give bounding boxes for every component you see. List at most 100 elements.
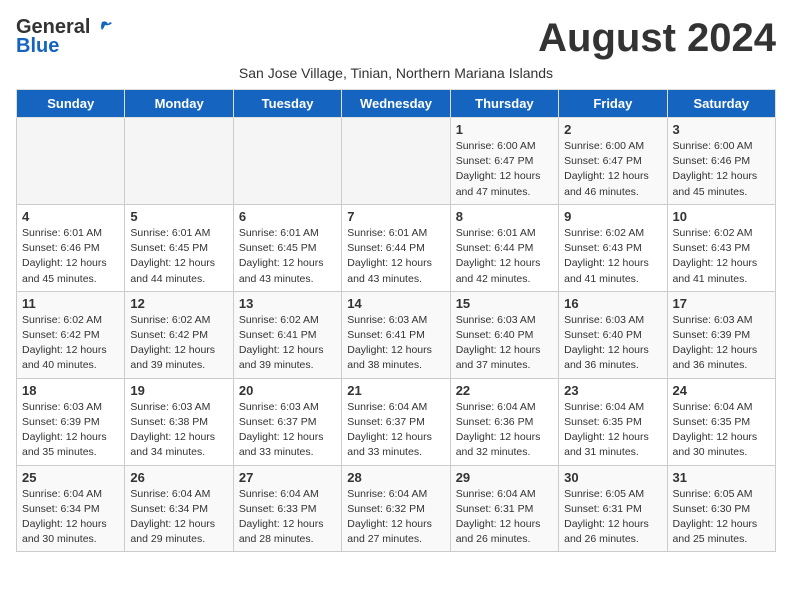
- day-info: Sunrise: 6:03 AM Sunset: 6:37 PM Dayligh…: [239, 400, 336, 461]
- day-number: 16: [564, 296, 661, 311]
- day-info: Sunrise: 6:02 AM Sunset: 6:42 PM Dayligh…: [130, 313, 227, 374]
- day-number: 15: [456, 296, 553, 311]
- logo-bird-icon: [92, 18, 112, 38]
- calendar-day-cell: 12 Sunrise: 6:02 AM Sunset: 6:42 PM Dayli…: [125, 291, 233, 378]
- calendar-table: SundayMondayTuesdayWednesdayThursdayFrid…: [16, 89, 776, 552]
- day-info: Sunrise: 6:04 AM Sunset: 6:34 PM Dayligh…: [130, 487, 227, 548]
- day-number: 8: [456, 209, 553, 224]
- calendar-day-cell: 23 Sunrise: 6:04 AM Sunset: 6:35 PM Dayli…: [559, 378, 667, 465]
- day-number: 11: [22, 296, 119, 311]
- day-info: Sunrise: 6:01 AM Sunset: 6:44 PM Dayligh…: [456, 226, 553, 287]
- month-title: August 2024: [538, 16, 776, 61]
- day-number: 29: [456, 470, 553, 485]
- calendar-header-row: SundayMondayTuesdayWednesdayThursdayFrid…: [17, 90, 776, 118]
- calendar-day-header: Tuesday: [233, 90, 341, 118]
- day-number: 31: [673, 470, 770, 485]
- calendar-day-cell: 9Sunrise: 6:02 AM Sunset: 6:43 PM Daylig…: [559, 204, 667, 291]
- logo: General Blue: [16, 16, 112, 58]
- day-info: Sunrise: 6:04 AM Sunset: 6:35 PM Dayligh…: [564, 400, 661, 461]
- calendar-day-cell: [342, 118, 450, 205]
- day-info: Sunrise: 6:03 AM Sunset: 6:38 PM Dayligh…: [130, 400, 227, 461]
- day-number: 4: [22, 209, 119, 224]
- logo-blue-text: Blue: [16, 35, 59, 58]
- day-info: Sunrise: 6:04 AM Sunset: 6:31 PM Dayligh…: [456, 487, 553, 548]
- day-number: 1: [456, 122, 553, 137]
- calendar-day-header: Monday: [125, 90, 233, 118]
- day-number: 2: [564, 122, 661, 137]
- calendar-day-cell: 31Sunrise: 6:05 AM Sunset: 6:30 PM Dayli…: [667, 465, 775, 552]
- day-info: Sunrise: 6:04 AM Sunset: 6:32 PM Dayligh…: [347, 487, 444, 548]
- calendar-day-cell: 5 Sunrise: 6:01 AM Sunset: 6:45 PM Daylig…: [125, 204, 233, 291]
- calendar-day-header: Wednesday: [342, 90, 450, 118]
- calendar-day-cell: 14 Sunrise: 6:03 AM Sunset: 6:41 PM Dayli…: [342, 291, 450, 378]
- calendar-week-row: 11 Sunrise: 6:02 AM Sunset: 6:42 PM Dayli…: [17, 291, 776, 378]
- calendar-day-cell: 13 Sunrise: 6:02 AM Sunset: 6:41 PM Dayli…: [233, 291, 341, 378]
- calendar-day-header: Friday: [559, 90, 667, 118]
- calendar-day-cell: 30Sunrise: 6:05 AM Sunset: 6:31 PM Dayli…: [559, 465, 667, 552]
- calendar-day-cell: 27 Sunrise: 6:04 AM Sunset: 6:33 PM Dayli…: [233, 465, 341, 552]
- day-number: 9: [564, 209, 661, 224]
- day-number: 6: [239, 209, 336, 224]
- day-number: 27: [239, 470, 336, 485]
- calendar-week-row: 1 Sunrise: 6:00 AM Sunset: 6:47 PM Daylig…: [17, 118, 776, 205]
- calendar-day-cell: 4 Sunrise: 6:01 AM Sunset: 6:46 PM Daylig…: [17, 204, 125, 291]
- calendar-day-cell: 11 Sunrise: 6:02 AM Sunset: 6:42 PM Dayli…: [17, 291, 125, 378]
- day-number: 20: [239, 383, 336, 398]
- day-number: 28: [347, 470, 444, 485]
- day-info: Sunrise: 6:01 AM Sunset: 6:44 PM Dayligh…: [347, 226, 444, 287]
- calendar-day-header: Thursday: [450, 90, 558, 118]
- calendar-day-cell: 20 Sunrise: 6:03 AM Sunset: 6:37 PM Dayli…: [233, 378, 341, 465]
- day-info: Sunrise: 6:00 AM Sunset: 6:47 PM Dayligh…: [456, 139, 553, 200]
- subtitle: San Jose Village, Tinian, Northern Maria…: [16, 65, 776, 81]
- day-info: Sunrise: 6:00 AM Sunset: 6:47 PM Dayligh…: [564, 139, 661, 200]
- day-info: Sunrise: 6:03 AM Sunset: 6:41 PM Dayligh…: [347, 313, 444, 374]
- day-info: Sunrise: 6:03 AM Sunset: 6:40 PM Dayligh…: [456, 313, 553, 374]
- calendar-day-cell: 18 Sunrise: 6:03 AM Sunset: 6:39 PM Dayli…: [17, 378, 125, 465]
- day-info: Sunrise: 6:01 AM Sunset: 6:46 PM Dayligh…: [22, 226, 119, 287]
- day-info: Sunrise: 6:04 AM Sunset: 6:35 PM Dayligh…: [673, 400, 770, 461]
- day-number: 24: [673, 383, 770, 398]
- day-info: Sunrise: 6:02 AM Sunset: 6:42 PM Dayligh…: [22, 313, 119, 374]
- day-number: 12: [130, 296, 227, 311]
- day-info: Sunrise: 6:04 AM Sunset: 6:36 PM Dayligh…: [456, 400, 553, 461]
- day-number: 14: [347, 296, 444, 311]
- day-number: 26: [130, 470, 227, 485]
- day-number: 25: [22, 470, 119, 485]
- day-number: 19: [130, 383, 227, 398]
- calendar-week-row: 25 Sunrise: 6:04 AM Sunset: 6:34 PM Dayli…: [17, 465, 776, 552]
- calendar-day-cell: 6 Sunrise: 6:01 AM Sunset: 6:45 PM Daylig…: [233, 204, 341, 291]
- day-number: 23: [564, 383, 661, 398]
- day-info: Sunrise: 6:03 AM Sunset: 6:39 PM Dayligh…: [673, 313, 770, 374]
- calendar-day-cell: 17Sunrise: 6:03 AM Sunset: 6:39 PM Dayli…: [667, 291, 775, 378]
- page-header: General Blue August 2024: [16, 16, 776, 61]
- day-number: 5: [130, 209, 227, 224]
- calendar-day-header: Saturday: [667, 90, 775, 118]
- calendar-day-cell: [125, 118, 233, 205]
- day-info: Sunrise: 6:00 AM Sunset: 6:46 PM Dayligh…: [673, 139, 770, 200]
- calendar-day-header: Sunday: [17, 90, 125, 118]
- calendar-day-cell: 10Sunrise: 6:02 AM Sunset: 6:43 PM Dayli…: [667, 204, 775, 291]
- calendar-day-cell: 7 Sunrise: 6:01 AM Sunset: 6:44 PM Daylig…: [342, 204, 450, 291]
- day-number: 7: [347, 209, 444, 224]
- day-number: 22: [456, 383, 553, 398]
- day-number: 21: [347, 383, 444, 398]
- day-info: Sunrise: 6:04 AM Sunset: 6:37 PM Dayligh…: [347, 400, 444, 461]
- calendar-day-cell: 1 Sunrise: 6:00 AM Sunset: 6:47 PM Daylig…: [450, 118, 558, 205]
- day-info: Sunrise: 6:05 AM Sunset: 6:31 PM Dayligh…: [564, 487, 661, 548]
- day-info: Sunrise: 6:03 AM Sunset: 6:39 PM Dayligh…: [22, 400, 119, 461]
- calendar-week-row: 4 Sunrise: 6:01 AM Sunset: 6:46 PM Daylig…: [17, 204, 776, 291]
- day-info: Sunrise: 6:04 AM Sunset: 6:33 PM Dayligh…: [239, 487, 336, 548]
- calendar-day-cell: 2 Sunrise: 6:00 AM Sunset: 6:47 PM Daylig…: [559, 118, 667, 205]
- calendar-day-cell: 26 Sunrise: 6:04 AM Sunset: 6:34 PM Dayli…: [125, 465, 233, 552]
- day-info: Sunrise: 6:02 AM Sunset: 6:41 PM Dayligh…: [239, 313, 336, 374]
- calendar-day-cell: 16Sunrise: 6:03 AM Sunset: 6:40 PM Dayli…: [559, 291, 667, 378]
- calendar-day-cell: 22 Sunrise: 6:04 AM Sunset: 6:36 PM Dayli…: [450, 378, 558, 465]
- day-number: 13: [239, 296, 336, 311]
- day-info: Sunrise: 6:04 AM Sunset: 6:34 PM Dayligh…: [22, 487, 119, 548]
- day-info: Sunrise: 6:01 AM Sunset: 6:45 PM Dayligh…: [239, 226, 336, 287]
- calendar-day-cell: 15 Sunrise: 6:03 AM Sunset: 6:40 PM Dayli…: [450, 291, 558, 378]
- day-info: Sunrise: 6:01 AM Sunset: 6:45 PM Dayligh…: [130, 226, 227, 287]
- day-info: Sunrise: 6:02 AM Sunset: 6:43 PM Dayligh…: [673, 226, 770, 287]
- day-number: 18: [22, 383, 119, 398]
- calendar-day-cell: [233, 118, 341, 205]
